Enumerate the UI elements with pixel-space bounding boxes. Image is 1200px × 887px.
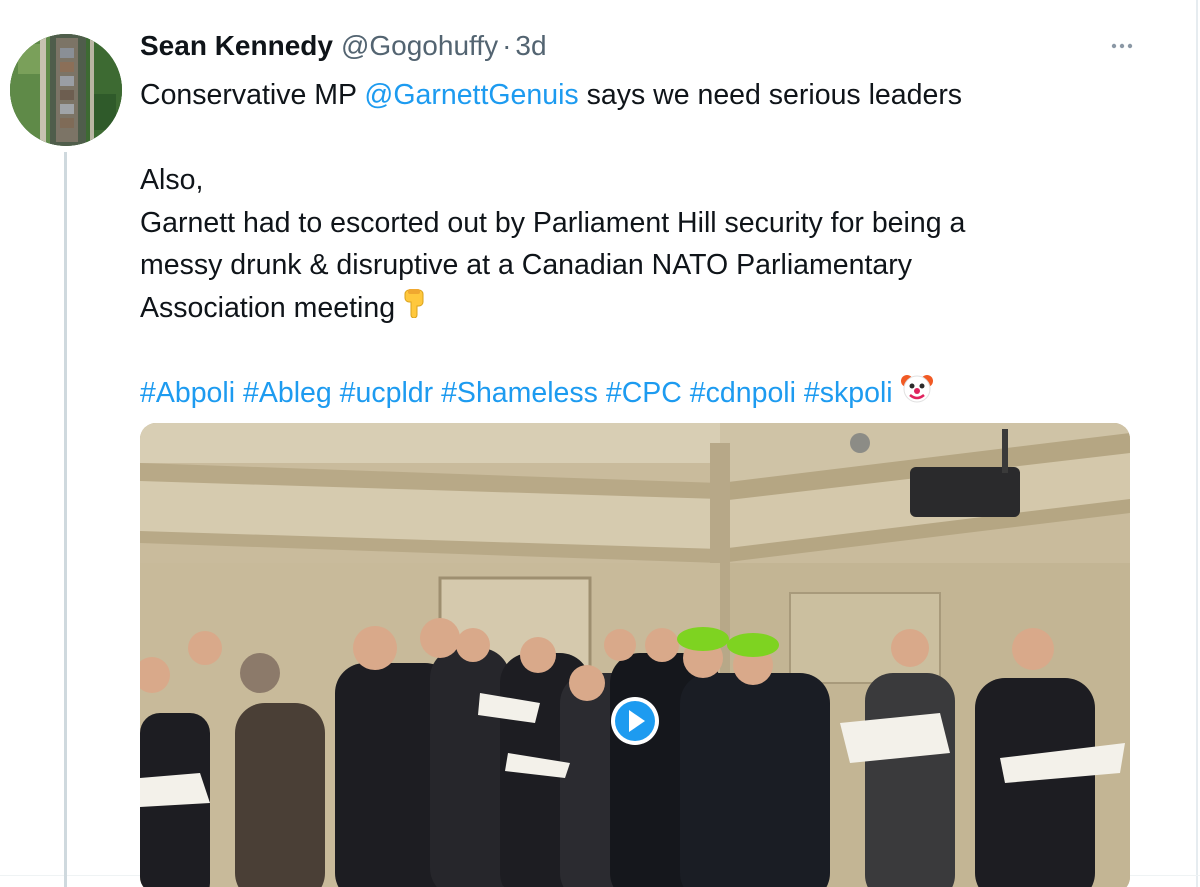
- tweet-text-segment: Conservative MP: [140, 79, 365, 111]
- more-options-icon[interactable]: [1108, 32, 1136, 60]
- pointing-down-emoji: [403, 288, 429, 331]
- thread-line: [64, 152, 67, 887]
- tweet-text-segment: says we need serious leaders: [578, 79, 963, 111]
- tweet-line-5: Association meeting: [140, 287, 1150, 330]
- tweet-line-2: Also,: [140, 164, 204, 196]
- separator-dot: ·: [502, 30, 512, 61]
- hashtag-line: #Abpoli #Ableg #ucpldr #Shameless #CPC #…: [140, 372, 1150, 415]
- tweet-text: Conservative MP @GarnettGenuis says we n…: [140, 74, 1150, 414]
- hashtag-link[interactable]: #ucpldr: [340, 377, 433, 409]
- author-name[interactable]: Sean Kennedy: [140, 30, 333, 62]
- avatar[interactable]: [10, 34, 122, 146]
- play-icon[interactable]: [610, 696, 660, 746]
- video-thumbnail: [140, 423, 1130, 887]
- tweet-line-3: Garnett had to escorted out by Parliamen…: [140, 206, 966, 239]
- hashtag-link[interactable]: #Abpoli: [140, 377, 235, 409]
- timeline-border: [1196, 0, 1198, 887]
- tweet-container[interactable]: Sean Kennedy @Gogohuffy · 3d Conservativ…: [0, 0, 1200, 887]
- tweet-text-segment: Association meeting: [140, 291, 396, 324]
- hashtag-link[interactable]: #CPC: [606, 377, 682, 409]
- mention-link[interactable]: @GarnettGenuis: [364, 79, 578, 111]
- hashtag-link[interactable]: #Ableg: [243, 377, 332, 409]
- tweet-timestamp[interactable]: 3d: [515, 30, 546, 62]
- video-player[interactable]: [140, 423, 1130, 887]
- hashtag-link[interactable]: #skpoli: [804, 377, 893, 409]
- tweet-header: Sean Kennedy @Gogohuffy · 3d: [140, 30, 547, 66]
- avatar-image: [10, 34, 122, 146]
- hashtag-link[interactable]: #Shameless: [441, 377, 598, 409]
- tweet-line-1: Conservative MP @GarnettGenuis says we n…: [140, 74, 1150, 117]
- clown-face-emoji: [900, 372, 933, 417]
- tweet-line-4: messy drunk & disruptive at a Canadian N…: [140, 249, 912, 281]
- hashtag-link[interactable]: #cdnpoli: [690, 377, 796, 409]
- author-handle[interactable]: @Gogohuffy: [341, 30, 498, 62]
